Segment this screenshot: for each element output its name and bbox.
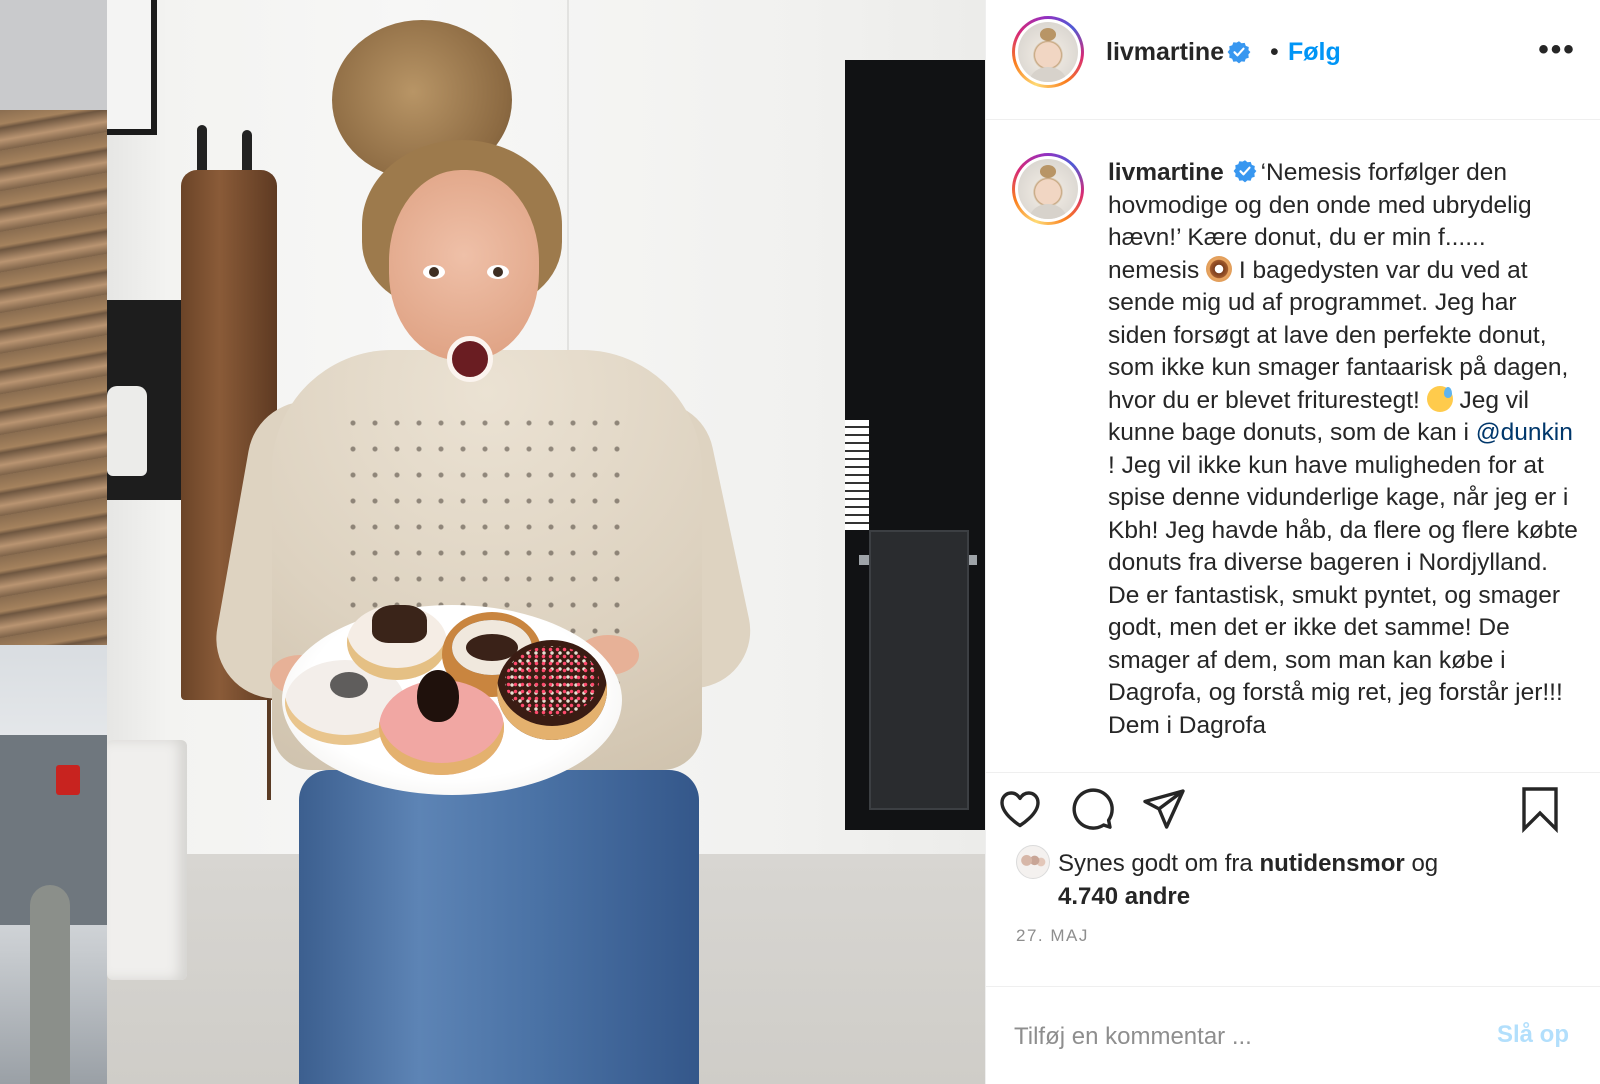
donut-emoji-icon	[1206, 255, 1233, 282]
jeans	[299, 770, 699, 1084]
mention-link[interactable]: @dunkin	[1476, 419, 1573, 446]
post-photo[interactable]	[107, 0, 985, 1084]
bookmark-icon[interactable]	[1516, 785, 1564, 833]
caption-text: livmartine ‘Nemesis forfølger den hovmod…	[1108, 157, 1578, 742]
likes-text: Synes godt om fra nutidensmor og 4.740 a…	[1058, 847, 1578, 913]
peek-top-panel	[0, 0, 107, 110]
comment-bar: Slå op	[986, 986, 1600, 1084]
likes-mid: og	[1404, 850, 1439, 877]
likes-count[interactable]: 4.740 andre	[1058, 883, 1190, 910]
comment-icon[interactable]	[1068, 785, 1116, 833]
donut-chocolate-shavings	[347, 605, 447, 680]
avatar-photo	[1018, 22, 1078, 82]
author-avatar[interactable]	[1012, 16, 1084, 88]
caption-scroll-area[interactable]: livmartine ‘Nemesis forfølger den hovmod…	[986, 121, 1600, 772]
author-username[interactable]: livmartine	[1106, 38, 1224, 67]
sweat-smile-emoji-icon	[1426, 385, 1453, 412]
send-icon[interactable]	[1140, 785, 1188, 833]
avatar-photo	[1018, 159, 1078, 219]
verified-badge-icon	[1227, 41, 1251, 64]
peek-person	[30, 885, 70, 1084]
face	[389, 170, 539, 360]
heart-icon[interactable]	[996, 785, 1044, 833]
post-date[interactable]: 27. MAJ	[1016, 926, 1089, 946]
header-separator: •	[1270, 38, 1279, 66]
open-mouth	[447, 336, 493, 382]
eye	[487, 265, 509, 279]
comment-input[interactable]	[1014, 1017, 1454, 1057]
instagram-post-modal: livmartine • Følg ••• livmartine ‘Nemesi…	[0, 0, 1600, 1084]
liker-avatar[interactable]	[1016, 845, 1050, 879]
post-comment-button[interactable]: Slå op	[1497, 1021, 1569, 1049]
likes-prefix: Synes godt om fra	[1058, 850, 1260, 877]
peek-building-image	[0, 645, 107, 1084]
previous-post-peek[interactable]	[0, 0, 107, 1084]
donut-pink-strawberry	[379, 670, 504, 775]
eye	[423, 265, 445, 279]
follow-button[interactable]: Følg	[1288, 38, 1341, 67]
more-options-icon[interactable]: •••	[1537, 35, 1577, 66]
caption-username[interactable]: livmartine	[1108, 159, 1224, 186]
post-header: livmartine • Følg •••	[986, 0, 1600, 120]
liker-username[interactable]: nutidensmor	[1259, 850, 1404, 877]
post-side-panel: livmartine • Følg ••• livmartine ‘Nemesi…	[985, 0, 1600, 1084]
woman-with-donuts	[107, 0, 985, 1084]
peek-boxes-image	[0, 110, 107, 645]
verified-badge-icon	[1233, 160, 1256, 183]
caption-part-4: ! Jeg vil ikke kun have muligheden for a…	[1108, 451, 1578, 739]
peek-red-logo	[56, 765, 80, 795]
caption-author-avatar[interactable]	[1012, 153, 1084, 225]
donut-sprinkles	[497, 640, 607, 740]
